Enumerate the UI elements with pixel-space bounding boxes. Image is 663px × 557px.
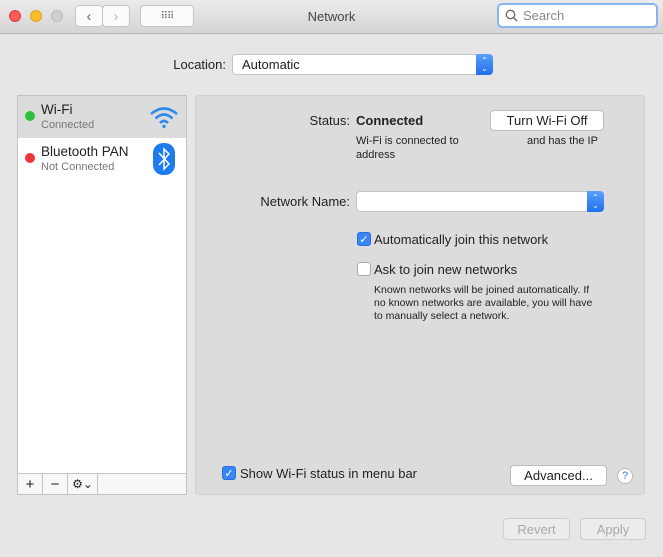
wifi-icon <box>150 107 178 129</box>
search-input[interactable]: Search <box>497 3 658 28</box>
help-text-line: Known networks will be joined automatica… <box>374 284 590 296</box>
apply-button[interactable]: Apply <box>580 518 646 540</box>
service-item-wifi[interactable]: Wi-Fi Connected <box>18 96 186 138</box>
status-description-3: address <box>356 149 396 161</box>
service-name: Wi-Fi <box>41 102 73 117</box>
status-description-1: Wi-Fi is connected to <box>356 135 459 147</box>
bluetooth-icon <box>153 143 175 175</box>
network-name-label: Network Name: <box>260 194 350 209</box>
location-select[interactable]: Automatic ⌃ ⌄ <box>232 54 493 75</box>
service-name: Bluetooth PAN <box>41 144 129 159</box>
show-status-checkbox[interactable]: ✓ <box>222 466 236 480</box>
advanced-button[interactable]: Advanced... <box>510 465 607 486</box>
add-service-button[interactable]: + <box>18 474 43 494</box>
auto-join-checkbox[interactable]: ✓ <box>357 232 371 246</box>
status-dot <box>25 153 35 163</box>
location-label: Location: <box>173 57 226 72</box>
help-text-line: to manually select a network. <box>374 310 510 322</box>
title-bar: ‹ › ⠿⠿ Network Search <box>0 0 663 34</box>
turn-wifi-off-button[interactable]: Turn Wi-Fi Off <box>490 110 604 131</box>
auto-join-label: Automatically join this network <box>374 232 549 247</box>
help-button[interactable]: ? <box>617 468 633 484</box>
status-value: Connected <box>356 113 424 128</box>
status-description-2: and has the IP <box>527 135 598 147</box>
status-label: Status: <box>309 113 350 128</box>
network-name-select[interactable]: ⌃ ⌄ <box>356 191 604 212</box>
ask-join-label: Ask to join new networks <box>374 262 518 277</box>
stepper-arrows-icon: ⌃ ⌄ <box>476 54 493 75</box>
show-status-label: Show Wi-Fi status in menu bar <box>240 466 418 481</box>
revert-button[interactable]: Revert <box>503 518 570 540</box>
help-text-line: no known networks are available, you wil… <box>374 297 593 309</box>
gear-menu-button[interactable]: ⚙⌄ <box>68 474 98 494</box>
remove-service-button[interactable]: − <box>43 474 68 494</box>
help-text: Known networks will be joined automatica… <box>374 284 592 323</box>
location-value: Automatic <box>242 57 300 72</box>
search-icon <box>505 9 518 22</box>
service-status: Connected <box>41 119 95 131</box>
status-dot <box>25 111 35 121</box>
service-status: Not Connected <box>41 161 115 173</box>
service-list: Wi-Fi Connected Bluetooth PAN Not Connec… <box>17 95 187 495</box>
search-placeholder: Search <box>523 8 565 23</box>
stepper-arrows-icon: ⌃ ⌄ <box>587 191 604 212</box>
service-item-bluetooth-pan[interactable]: Bluetooth PAN Not Connected <box>18 138 186 180</box>
ask-join-checkbox[interactable] <box>357 262 371 276</box>
